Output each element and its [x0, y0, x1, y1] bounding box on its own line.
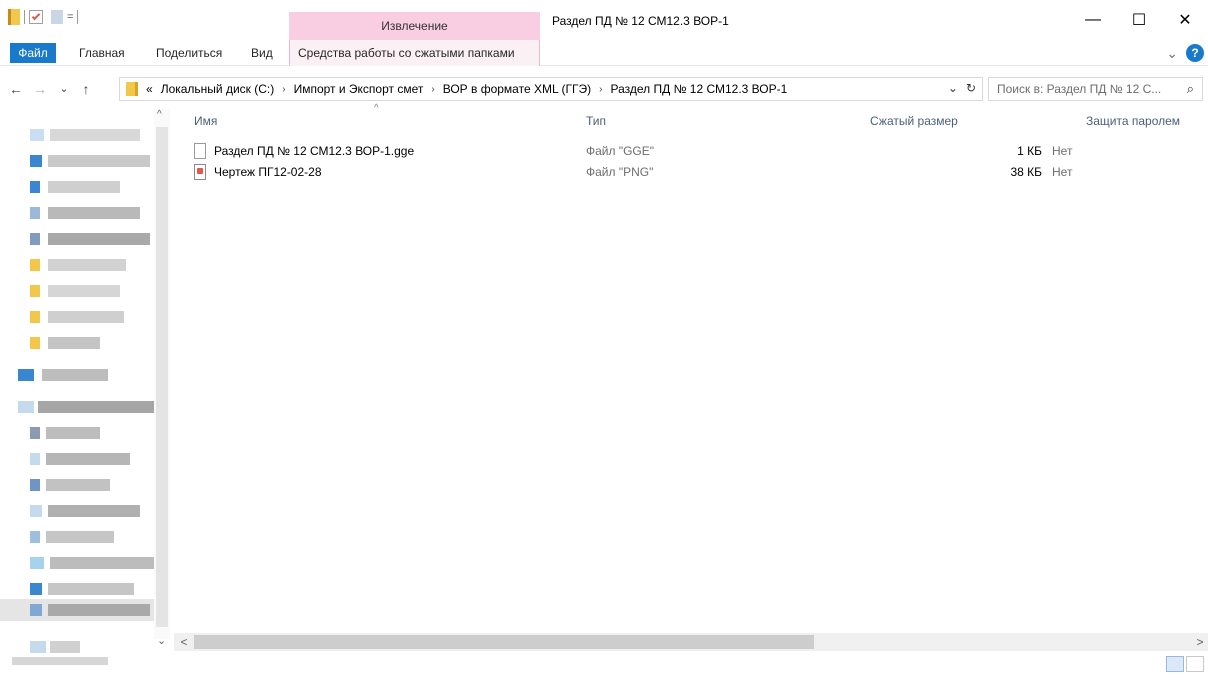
- breadcrumb-separator-icon[interactable]: ›: [599, 84, 602, 95]
- column-header-compressed-size[interactable]: Сжатый размер: [870, 109, 958, 133]
- properties-icon[interactable]: [29, 10, 43, 24]
- breadcrumb-item[interactable]: Импорт и Экспорт смет: [294, 82, 424, 96]
- nav-item[interactable]: [30, 207, 140, 219]
- up-button[interactable]: ↑: [76, 79, 96, 99]
- window-title: Раздел ПД № 12 СМ12.3 ВОР-1: [552, 14, 729, 28]
- nav-item[interactable]: [30, 311, 124, 323]
- file-type: Файл "GGE": [586, 144, 655, 158]
- scroll-left-icon[interactable]: <: [176, 634, 192, 650]
- file-icon: [194, 143, 206, 159]
- expand-ribbon-icon[interactable]: ⌄: [1166, 45, 1178, 62]
- breadcrumb-item[interactable]: ВОР в формате XML (ГГЭ): [443, 82, 591, 96]
- recent-locations-button[interactable]: ⌄: [54, 79, 74, 99]
- ribbon-right-controls: ⌄ ?: [1166, 44, 1204, 62]
- nav-item[interactable]: [30, 181, 120, 193]
- file-name: Чертеж ПГ12-02-28: [214, 165, 322, 179]
- breadcrumb-separator-icon[interactable]: ›: [431, 84, 434, 95]
- file-list: ^ Имя Тип Сжатый размер Защита паролем Р…: [174, 103, 1208, 629]
- tab-share[interactable]: Поделиться: [156, 40, 222, 66]
- nav-item[interactable]: [30, 557, 154, 569]
- table-row[interactable]: Чертеж ПГ12-02-28 Файл "PNG" 38 КБ Нет: [194, 162, 1204, 182]
- nav-item[interactable]: [30, 427, 100, 439]
- new-folder-icon[interactable]: [51, 10, 63, 24]
- tab-view[interactable]: Вид: [251, 40, 273, 66]
- nav-item[interactable]: [30, 129, 140, 141]
- nav-item[interactable]: [18, 401, 154, 413]
- tab-compressed-folder-tools[interactable]: Средства работы со сжатыми папками: [289, 40, 540, 66]
- image-file-icon: [194, 164, 206, 180]
- search-placeholder: Поиск в: Раздел ПД № 12 С...: [997, 82, 1162, 96]
- close-button[interactable]: ✕: [1162, 0, 1208, 40]
- search-icon[interactable]: ⌕: [1187, 81, 1194, 97]
- nav-item[interactable]: [30, 155, 150, 167]
- window-controls: — ☐ ✕: [1070, 0, 1208, 40]
- quick-access-toolbar: =: [8, 9, 79, 25]
- nav-item[interactable]: [30, 583, 134, 595]
- toolbar-separator: [24, 10, 25, 24]
- nav-scroll-thumb[interactable]: [156, 127, 168, 627]
- nav-scrollbar[interactable]: [154, 109, 170, 639]
- breadcrumb-item[interactable]: Раздел ПД № 12 СМ12.3 ВОР-1: [610, 82, 787, 96]
- nav-item[interactable]: [30, 505, 140, 517]
- column-header-type[interactable]: Тип: [586, 109, 606, 133]
- nav-item[interactable]: [12, 657, 108, 665]
- nav-scroll-up-icon[interactable]: ^: [157, 109, 162, 120]
- minimize-button[interactable]: —: [1070, 0, 1116, 40]
- forward-button[interactable]: →: [30, 79, 50, 99]
- nav-item[interactable]: [30, 233, 150, 245]
- maximize-button[interactable]: ☐: [1116, 0, 1162, 40]
- nav-scroll-down-icon[interactable]: ⌄: [157, 634, 166, 647]
- address-bar[interactable]: « Локальный диск (C:) › Импорт и Экспорт…: [119, 77, 983, 101]
- zip-folder-icon: [126, 82, 138, 96]
- ribbon-tabs: Файл Главная Поделиться Вид Средства раб…: [0, 40, 1208, 66]
- nav-item[interactable]: [30, 604, 150, 616]
- breadcrumb-overflow[interactable]: «: [146, 82, 153, 96]
- refresh-icon[interactable]: ↻: [966, 81, 976, 95]
- tab-file[interactable]: Файл: [10, 43, 56, 63]
- nav-item[interactable]: [30, 259, 126, 271]
- address-actions: ⌄ ↻: [948, 81, 976, 95]
- help-icon[interactable]: ?: [1186, 44, 1204, 62]
- scroll-right-icon[interactable]: >: [1192, 634, 1208, 650]
- sort-indicator-icon: ^: [374, 103, 379, 114]
- tab-home[interactable]: Главная: [79, 40, 125, 66]
- nav-item[interactable]: [30, 337, 100, 349]
- context-tool-group: Извлечение: [289, 12, 540, 40]
- nav-item[interactable]: [30, 453, 130, 465]
- large-icons-view-icon[interactable]: [1186, 656, 1204, 672]
- view-toggle: [1166, 656, 1204, 672]
- back-button[interactable]: ←: [6, 79, 26, 99]
- column-header-name[interactable]: Имя: [194, 109, 217, 133]
- table-row[interactable]: Раздел ПД № 12 СМ12.3 ВОР-1.gge Файл "GG…: [194, 141, 1204, 161]
- file-password: Нет: [1052, 165, 1073, 179]
- column-header-password[interactable]: Защита паролем: [1086, 109, 1180, 133]
- nav-item[interactable]: [30, 531, 114, 543]
- address-dropdown-icon[interactable]: ⌄: [948, 81, 958, 95]
- file-type: Файл "PNG": [586, 165, 654, 179]
- nav-item[interactable]: [18, 369, 108, 381]
- toolbar-separator: [77, 10, 79, 24]
- details-view-icon[interactable]: [1166, 656, 1184, 672]
- file-name: Раздел ПД № 12 СМ12.3 ВОР-1.gge: [214, 144, 415, 158]
- horizontal-scrollbar[interactable]: < >: [174, 633, 1208, 651]
- nav-item[interactable]: [30, 285, 120, 297]
- zip-folder-icon: [8, 9, 20, 25]
- horizontal-scroll-thumb[interactable]: [194, 635, 814, 649]
- nav-item[interactable]: [30, 641, 80, 653]
- context-tool-group-label: Извлечение: [381, 19, 448, 33]
- search-input[interactable]: Поиск в: Раздел ПД № 12 С... ⌕: [988, 77, 1203, 101]
- navigation-pane: ^ ⌄: [0, 109, 170, 681]
- customize-toolbar-icon[interactable]: =: [67, 11, 73, 23]
- file-size: 1 КБ: [1017, 144, 1042, 158]
- nav-item[interactable]: [30, 479, 110, 491]
- breadcrumb-separator-icon[interactable]: ›: [282, 84, 285, 95]
- address-row: ← → ⌄ ↑ « Локальный диск (C:) › Импорт и…: [0, 75, 1208, 103]
- breadcrumb-item[interactable]: Локальный диск (C:): [161, 82, 275, 96]
- file-password: Нет: [1052, 144, 1073, 158]
- file-size: 38 КБ: [1010, 165, 1042, 179]
- title-bar: = Извлечение Раздел ПД № 12 СМ12.3 ВОР-1…: [0, 0, 1208, 40]
